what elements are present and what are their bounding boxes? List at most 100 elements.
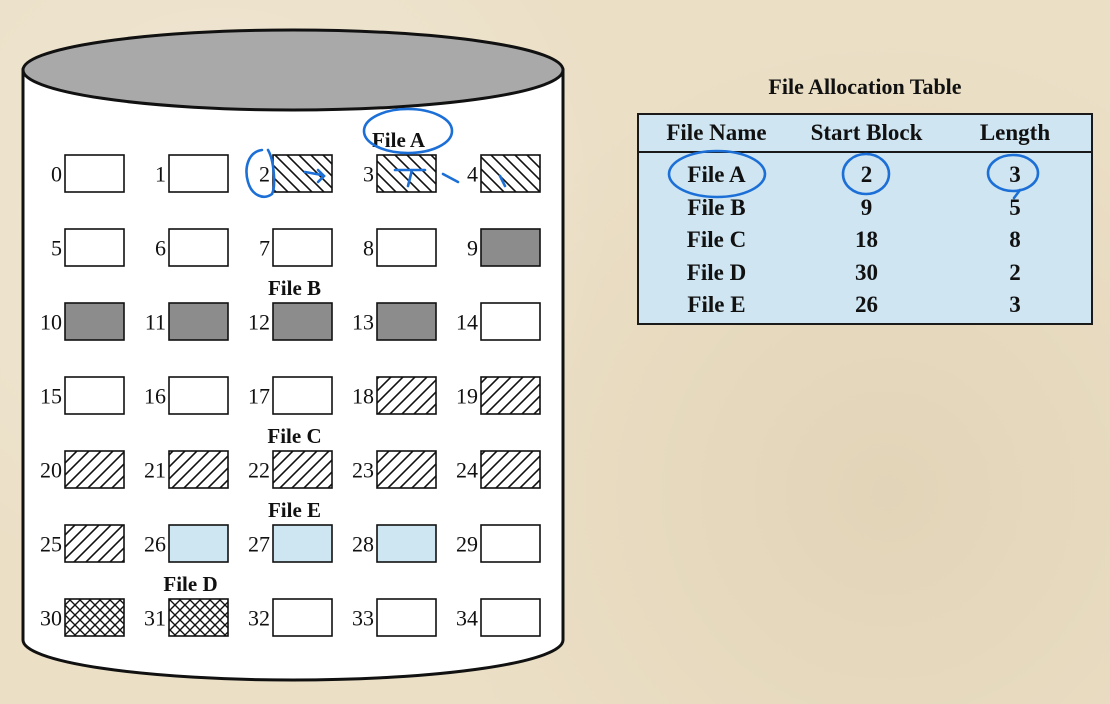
fat-cell-name: File B	[687, 194, 746, 220]
block-number: 16	[144, 384, 166, 409]
disk-top	[21, 28, 565, 112]
block-number: 3	[363, 162, 374, 187]
block-number: 28	[352, 532, 374, 557]
fat-cell-start: 2	[860, 162, 873, 188]
disk-block	[480, 376, 541, 415]
block-number: 17	[248, 384, 270, 409]
table-row: File C 18 8	[639, 224, 1091, 257]
disk-block	[272, 524, 333, 563]
fat-cell-name: File C	[686, 227, 747, 253]
disk-block	[376, 450, 437, 489]
file-label: File A	[372, 128, 426, 152]
disk-block	[168, 228, 229, 267]
block-number: 7	[259, 236, 270, 261]
block-number: 15	[40, 384, 62, 409]
fat-header-length: Length	[979, 120, 1051, 145]
fat-cell-length: 8	[1009, 227, 1021, 253]
disk-block	[272, 302, 333, 341]
disk-block	[64, 376, 125, 415]
fat-cell-name: File E	[687, 292, 746, 318]
block-number: 34	[456, 606, 478, 631]
disk-block	[272, 376, 333, 415]
block-number: 6	[155, 236, 166, 261]
block-number: 9	[467, 236, 478, 261]
block-number: 12	[248, 310, 270, 335]
disk-diagram: 0 1 2 3 45 6 7 8 910 11 12 13 1415 16 17 18 1920 21 22 23 24…	[21, 28, 565, 682]
disk-block	[272, 450, 333, 489]
disk-block	[272, 598, 333, 637]
block-number: 1	[155, 162, 166, 187]
disk-block	[168, 598, 229, 637]
block-number: 20	[40, 458, 62, 483]
fat-body: File A 2 3 File B 9 5 File C 18 8 File D…	[639, 153, 1091, 322]
block-number: 5	[51, 236, 62, 261]
disk-block	[376, 598, 437, 637]
file-label: File C	[267, 424, 321, 448]
block-number: 33	[352, 606, 374, 631]
disk-block	[64, 302, 125, 341]
file-allocation-table: File Name Start Block Length File A 2 3 …	[637, 113, 1093, 325]
block-number: 18	[352, 384, 374, 409]
disk-block	[376, 154, 437, 193]
table-row: File E 26 3	[639, 289, 1091, 322]
fat-cell-name: File D	[686, 259, 747, 285]
block-number: 23	[352, 458, 374, 483]
block-number: 24	[456, 458, 478, 483]
block-number: 2	[259, 162, 270, 187]
disk-block	[168, 376, 229, 415]
block-number: 31	[144, 606, 166, 631]
disk-block	[64, 450, 125, 489]
fat-cell-name: File A	[687, 162, 746, 188]
fat-header: File Name Start Block Length	[639, 115, 1091, 153]
fat-cell-length: 3	[1009, 162, 1021, 188]
disk-block	[272, 228, 333, 267]
fat-cell-length: 3	[1009, 292, 1021, 318]
file-label: File E	[268, 498, 321, 522]
disk-block	[272, 154, 333, 193]
block-number: 13	[352, 310, 374, 335]
disk-block	[64, 524, 125, 563]
table-row: File D 30 2	[639, 257, 1091, 290]
table-row: File A 2 3	[639, 159, 1091, 192]
disk-block	[480, 154, 541, 193]
disk-block	[64, 598, 125, 637]
fat-cell-start: 30	[855, 259, 878, 285]
fat-cell-length: 2	[1009, 259, 1021, 285]
disk-block	[168, 302, 229, 341]
fat-title: File Allocation Table	[768, 74, 962, 99]
disk-block	[376, 524, 437, 563]
block-number: 32	[248, 606, 270, 631]
block-number: 21	[144, 458, 166, 483]
disk-block	[376, 302, 437, 341]
block-number: 27	[248, 532, 270, 557]
block-number: 25	[40, 532, 62, 557]
file-label: File D	[163, 572, 217, 596]
disk-block	[64, 228, 125, 267]
disk-block	[376, 376, 437, 415]
disk-block	[480, 302, 541, 341]
fat-header-file-name: File Name	[666, 120, 767, 145]
fat-cell-start: 26	[855, 292, 878, 318]
file-label: File B	[268, 276, 321, 300]
block-number: 0	[51, 162, 62, 187]
block-number: 19	[456, 384, 478, 409]
table-row: File B 9 5	[639, 192, 1091, 225]
block-number: 8	[363, 236, 374, 261]
disk-block	[64, 154, 125, 193]
block-number: 26	[144, 532, 166, 557]
disk-block	[168, 450, 229, 489]
disk-block	[480, 598, 541, 637]
disk-block	[480, 228, 541, 267]
block-number: 30	[40, 606, 62, 631]
block-number: 22	[248, 458, 270, 483]
block-number: 14	[456, 310, 478, 335]
block-number: 4	[467, 162, 478, 187]
disk-block	[168, 524, 229, 563]
block-number: 11	[145, 310, 166, 335]
fat-cell-length: 5	[1009, 194, 1021, 220]
block-number: 29	[456, 532, 478, 557]
disk-block	[376, 228, 437, 267]
fat-cell-start: 18	[855, 227, 878, 253]
block-number: 10	[40, 310, 62, 335]
disk-block	[480, 524, 541, 563]
